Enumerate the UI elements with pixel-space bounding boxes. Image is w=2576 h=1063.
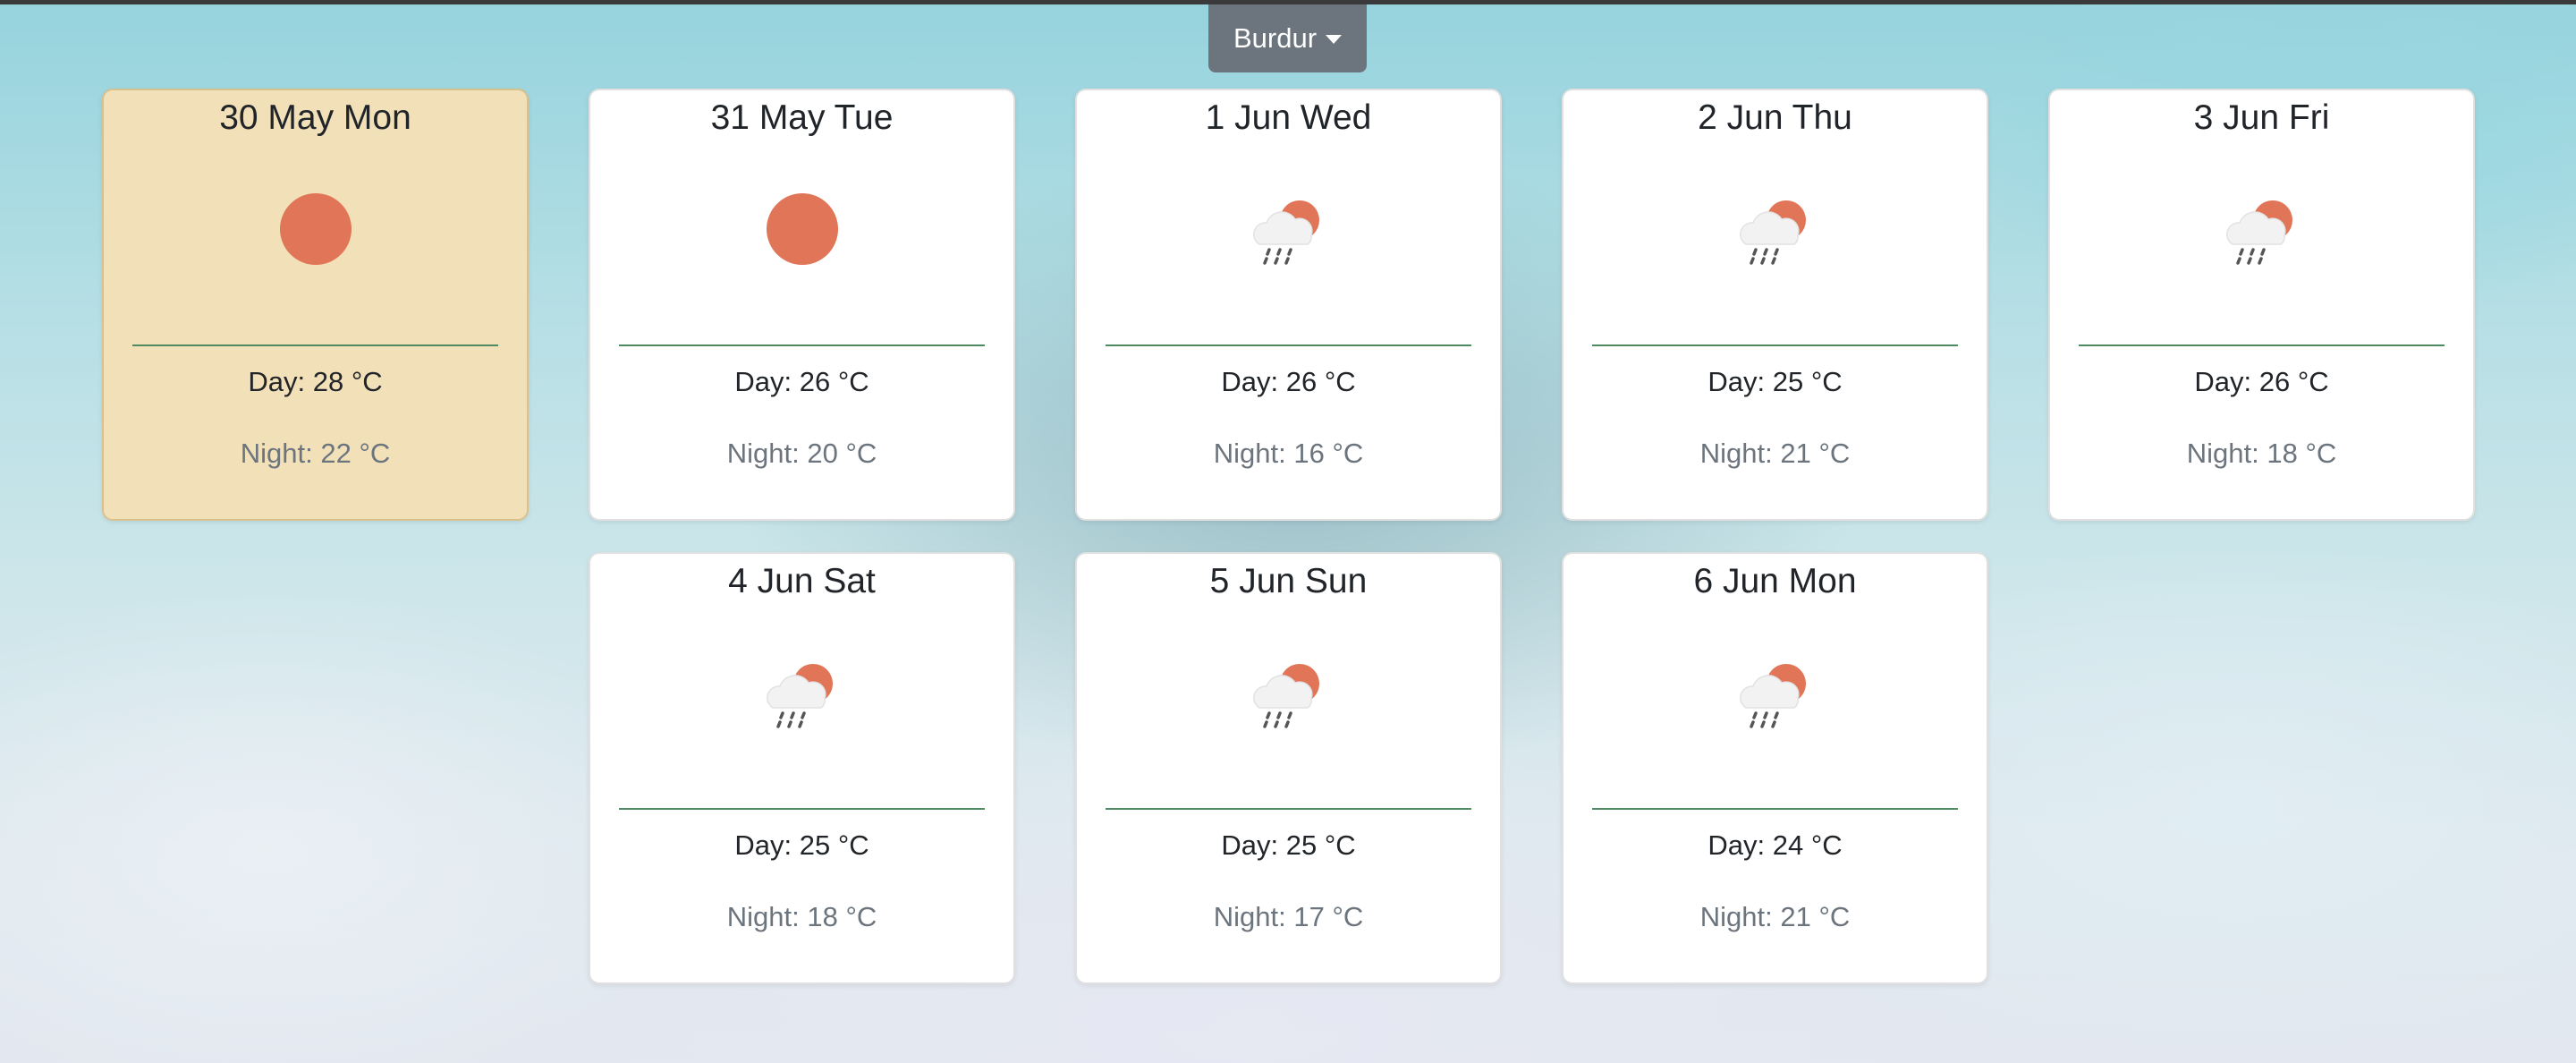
rain-sun-icon [2213,180,2311,278]
card-divider [1106,808,1471,810]
night-temperature: Night: 18 °C [2186,438,2337,469]
card-date: 4 Jun Sat [728,562,876,600]
night-temperature: Night: 21 °C [1699,438,1851,469]
card-divider [619,344,985,346]
forecast-card[interactable]: 4 Jun Sat Day: 25 °C Night: 18 °C [589,552,1015,984]
forecast-card[interactable]: 6 Jun Mon Day: 24 °C Night: 21 °C [1562,552,1988,984]
rain-sun-icon [1726,180,1825,278]
forecast-card[interactable]: 30 May Mon Day: 28 °C Night: 22 °C [102,89,529,521]
card-divider [619,808,985,810]
card-divider [1592,808,1958,810]
rain-sun-icon [1726,643,1825,742]
location-dropdown[interactable]: Burdur [1208,4,1367,72]
day-temperature: Day: 26 °C [2194,366,2329,397]
day-temperature: Day: 28 °C [248,366,383,397]
card-date: 5 Jun Sun [1209,562,1368,600]
night-temperature: Night: 22 °C [240,438,391,469]
card-date: 1 Jun Wed [1205,98,1372,137]
card-date: 2 Jun Thu [1698,98,1852,137]
night-temperature: Night: 21 °C [1699,901,1851,932]
card-divider [1592,344,1958,346]
rain-sun-icon [1240,643,1338,742]
card-date: 30 May Mon [219,98,411,137]
night-temperature: Night: 18 °C [726,901,877,932]
night-temperature: Night: 17 °C [1213,901,1364,932]
rain-sun-icon [1240,180,1338,278]
card-divider [1106,344,1471,346]
card-divider [132,344,498,346]
forecast-card[interactable]: 3 Jun Fri Day: 26 °C Night: 18 °C [2048,89,2475,521]
night-temperature: Night: 16 °C [1213,438,1364,469]
day-temperature: Day: 26 °C [1221,366,1356,397]
day-temperature: Day: 25 °C [734,829,869,861]
forecast-card[interactable]: 31 May Tue Day: 26 °C Night: 20 °C [589,89,1015,521]
sun-icon [753,180,852,278]
forecast-card[interactable]: 1 Jun Wed Day: 26 °C Night: 16 °C [1075,89,1502,521]
card-date: 31 May Tue [710,98,894,137]
night-temperature: Night: 20 °C [726,438,877,469]
location-dropdown-label: Burdur [1233,22,1318,54]
forecast-card[interactable]: 2 Jun Thu Day: 25 °C Night: 21 °C [1562,89,1988,521]
day-temperature: Day: 26 °C [734,366,869,397]
card-divider [2079,344,2445,346]
sun-icon [267,180,365,278]
day-temperature: Day: 25 °C [1221,829,1356,861]
day-temperature: Day: 25 °C [1707,366,1843,397]
forecast-card[interactable]: 5 Jun Sun Day: 25 °C Night: 17 °C [1075,552,1502,984]
card-date: 3 Jun Fri [2193,98,2330,137]
card-date: 6 Jun Mon [1693,562,1857,600]
caret-down-icon [1326,35,1343,44]
rain-sun-icon [753,643,852,742]
day-temperature: Day: 24 °C [1707,829,1843,861]
